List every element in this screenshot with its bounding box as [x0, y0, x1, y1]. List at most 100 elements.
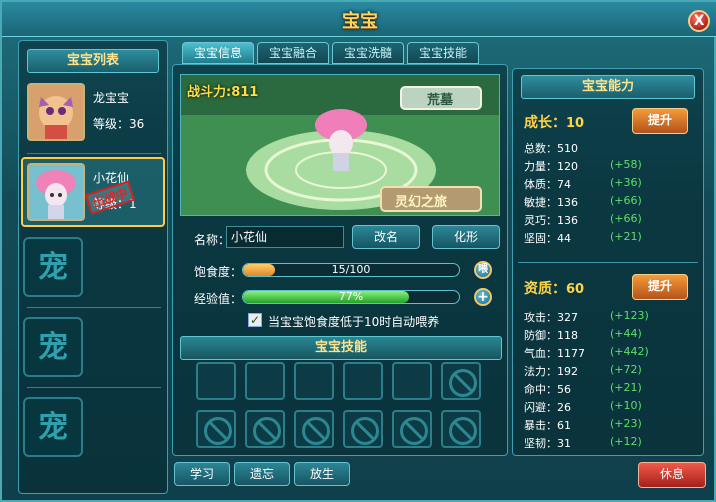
aptitude-label: 资质：60 [524, 281, 585, 297]
aptitude-value: 60 [566, 282, 585, 297]
stat-bonus: (+442) [610, 345, 649, 358]
pet-window: 宝宝 X 宝宝列表 龙宝宝 等级：36 小花仙 等级：1 出战中 宠 宠 宠 宝… [0, 0, 716, 502]
stat-row: 命中：56 [524, 383, 571, 396]
skill-slot[interactable] [294, 362, 334, 400]
pet-avatar [27, 83, 85, 141]
stat-row: 灵巧：136 [524, 214, 578, 227]
stat-bonus: (+123) [610, 309, 649, 322]
stat-bonus: (+58) [610, 158, 642, 171]
add-exp-button[interactable]: + [474, 288, 492, 306]
stat-bonus: (+66) [610, 212, 642, 225]
pet-list-header: 宝宝列表 [27, 49, 159, 73]
name-label-text: 名称 [194, 233, 219, 247]
pet-name: 龙宝宝 [93, 91, 130, 105]
scene-banner-top: 荒墓 [427, 93, 454, 108]
stat-bonus: (+10) [610, 399, 642, 412]
locked-skill-slot-icon [245, 410, 285, 448]
skill-slot[interactable] [392, 362, 432, 400]
locked-skill-slot-icon [392, 410, 432, 448]
pet-level: 等级：36 [93, 117, 145, 131]
stat-bonus: (+12) [610, 435, 642, 448]
stat-row: 坚韧：31 [524, 437, 571, 450]
upgrade-growth-button[interactable]: 提升 [632, 108, 688, 134]
divider [27, 307, 161, 308]
growth-label-text: 成长 [524, 115, 552, 131]
stat-row: 敏捷：136 [524, 196, 578, 209]
aptitude-label-text: 资质 [524, 281, 552, 297]
stat-row: 防御：118 [524, 329, 578, 342]
combat-power: 战斗力:811 [187, 85, 259, 100]
exp-text: 77% [338, 290, 364, 303]
locked-skill-slot-icon [343, 410, 383, 448]
stat-row: 暴击：61 [524, 419, 571, 432]
abilities-header: 宝宝能力 [521, 75, 695, 99]
auto-feed-checkbox[interactable]: ✓ [248, 313, 262, 327]
pet-list-panel: 宝宝列表 龙宝宝 等级：36 小花仙 等级：1 出战中 宠 宠 宠 [18, 40, 168, 494]
window-title: 宝宝 [342, 11, 378, 32]
title-bar: 宝宝 X [2, 2, 716, 37]
skills-header: 宝宝技能 [180, 336, 502, 360]
pet-level-value: 36 [129, 117, 145, 131]
empty-pet-slot[interactable]: 宠 [23, 317, 83, 377]
locked-skill-slot-icon [441, 362, 481, 400]
stat-row: 法力：192 [524, 365, 578, 378]
upgrade-aptitude-button[interactable]: 提升 [632, 274, 688, 300]
empty-pet-slot[interactable]: 宠 [23, 397, 83, 457]
empty-pet-slot[interactable]: 宠 [23, 237, 83, 297]
pet-avatar [27, 163, 85, 221]
growth-label: 成长：10 [524, 115, 585, 131]
stat-bonus: (+44) [610, 327, 642, 340]
divider [518, 262, 698, 263]
skill-slot[interactable] [196, 362, 236, 400]
pet-name-field[interactable]: 小花仙 [226, 226, 344, 248]
locked-skill-slot-icon [441, 410, 481, 448]
forget-skill-button[interactable]: 遗忘 [234, 462, 290, 486]
growth-value: 10 [566, 116, 585, 131]
tab-pet-fusion[interactable]: 宝宝融合 [257, 42, 329, 64]
feed-button[interactable]: 喂 [474, 261, 492, 279]
skill-slot[interactable] [245, 362, 285, 400]
pet-preview-scene: 战斗力:811 荒墓 灵幻之旅 [180, 74, 500, 216]
stat-row: 力量：120 [524, 160, 578, 173]
stat-bonus: (+66) [610, 194, 642, 207]
stat-row: 闪避：26 [524, 401, 571, 414]
combat-power-value: 811 [231, 85, 259, 100]
rest-button[interactable]: 休息 [638, 462, 706, 488]
satiety-text: 15/100 [331, 263, 371, 276]
stat-row: 气血：1177 [524, 347, 585, 360]
auto-feed-label: 当宝宝饱食度低于10时自动喂养 [268, 315, 440, 329]
tab-pet-info[interactable]: 宝宝信息 [182, 42, 254, 64]
locked-skill-slot-icon [294, 410, 334, 448]
satiety-label-text: 饱食度 [194, 265, 231, 279]
transform-button[interactable]: 化形 [432, 225, 500, 249]
divider [27, 153, 161, 154]
flower-fairy-avatar-icon [29, 165, 83, 219]
tab-pet-refine[interactable]: 宝宝洗髓 [332, 42, 404, 64]
dragon-avatar-icon [29, 85, 83, 139]
exp-label: 经验值： [194, 292, 243, 306]
stat-bonus: (+23) [610, 417, 642, 430]
pet-level-label: 等级 [93, 117, 118, 131]
exp-label-text: 经验值 [194, 292, 231, 306]
satiety-label: 饱食度： [194, 265, 243, 279]
learn-skill-button[interactable]: 学习 [174, 462, 230, 486]
stat-bonus: (+21) [610, 381, 642, 394]
divider [27, 387, 161, 388]
scene-banner-bottom: 灵幻之旅 [395, 195, 448, 210]
release-pet-button[interactable]: 放生 [294, 462, 350, 486]
skill-slot[interactable] [343, 362, 383, 400]
stat-bonus: (+72) [610, 363, 642, 376]
stat-bonus: (+36) [610, 176, 642, 189]
exp-bar: 77% [242, 290, 460, 304]
stat-row: 攻击：327 [524, 311, 578, 324]
locked-skill-slot-icon [196, 410, 236, 448]
tab-pet-skills[interactable]: 宝宝技能 [407, 42, 479, 64]
stat-row: 坚固：44 [524, 232, 571, 245]
rename-button[interactable]: 改名 [352, 225, 420, 249]
name-label: 名称： [194, 233, 231, 247]
pet-slot-dragon[interactable]: 龙宝宝 等级：36 [23, 79, 173, 149]
close-icon[interactable]: X [688, 10, 710, 32]
stat-row: 体质：74 [524, 178, 571, 191]
stat-row: 总数：510 [524, 142, 578, 155]
pet-slot-flower[interactable]: 小花仙 等级：1 出战中 [21, 157, 165, 227]
